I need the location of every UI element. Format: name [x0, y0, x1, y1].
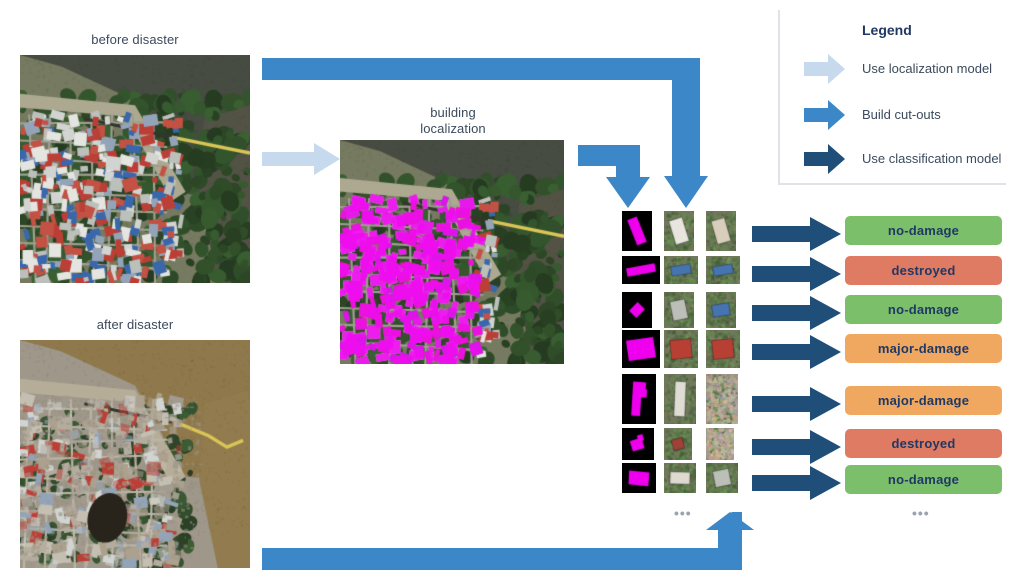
cutout-mask-thumbnail — [622, 211, 652, 251]
cutout-mask-thumbnail — [622, 256, 660, 284]
cutout-mask-thumbnail — [622, 330, 660, 368]
cutout-post-thumbnail — [706, 428, 734, 460]
arrow-right-icon — [804, 54, 845, 84]
classification-arrow — [752, 296, 841, 330]
legend-panel: Legend Use localization model Build cut-o… — [778, 10, 1006, 185]
image-before-disaster — [20, 55, 250, 283]
cutout-pre-thumbnail — [664, 428, 692, 460]
cutout-post-thumbnail — [706, 463, 738, 493]
cutout-mask-thumbnail — [622, 463, 656, 493]
arrow-right-icon — [804, 100, 845, 130]
cutout-pre-thumbnail — [664, 292, 694, 328]
classification-arrow — [752, 335, 841, 369]
classification-arrow — [752, 257, 841, 291]
damage-label-badge: no-damage — [845, 216, 1002, 245]
legend-item-label: Use localization model — [862, 61, 993, 76]
damage-label-badge: major-damage — [845, 386, 1002, 415]
cutout-post-thumbnail — [706, 292, 736, 328]
cutout-pre-thumbnail — [664, 330, 698, 368]
post-cutout-arrow-head — [706, 512, 754, 570]
cutout-pre-thumbnail — [664, 256, 698, 284]
legend-item-label: Use classification model — [862, 151, 1002, 166]
classification-arrow — [752, 217, 841, 251]
legend-item-1: Use localization model — [804, 52, 1008, 86]
caption-after-disaster: after disaster — [96, 317, 174, 332]
legend-title: Legend — [862, 22, 912, 38]
arrow-right-icon — [804, 144, 845, 174]
classifications-ellipsis: ••• — [912, 505, 930, 521]
legend-item-3: Use classification model — [804, 142, 1008, 176]
cutout-post-thumbnail — [706, 211, 736, 251]
cutout-pre-thumbnail — [664, 463, 696, 493]
classification-arrow — [752, 387, 841, 421]
image-after-disaster — [20, 340, 250, 568]
classification-arrow — [752, 430, 841, 464]
caption-before-disaster: before disaster — [91, 32, 179, 47]
mask-cutout-arrow — [578, 145, 650, 208]
classification-arrow — [752, 466, 841, 500]
cutout-pre-thumbnail — [664, 211, 694, 251]
legend-item-2: Build cut-outs — [804, 98, 1008, 132]
damage-label-badge: no-damage — [845, 295, 1002, 324]
cutout-mask-thumbnail — [622, 374, 656, 424]
cutout-post-thumbnail — [706, 256, 740, 284]
post-cutout-arrow — [262, 512, 742, 570]
legend-item-label: Build cut-outs — [862, 107, 941, 122]
cutout-pre-thumbnail — [664, 374, 696, 424]
damage-label-badge: no-damage — [845, 465, 1002, 494]
figure-canvas: before disaster after disaster building … — [0, 0, 1024, 585]
damage-label-badge: destroyed — [845, 256, 1002, 285]
damage-label-badge: major-damage — [845, 334, 1002, 363]
cutouts-ellipsis: ••• — [674, 505, 692, 521]
cutout-mask-thumbnail — [622, 428, 654, 460]
cutout-post-thumbnail — [706, 330, 740, 368]
cutout-mask-thumbnail — [622, 292, 652, 328]
damage-label-badge: destroyed — [845, 429, 1002, 458]
cutout-post-thumbnail — [706, 374, 738, 424]
